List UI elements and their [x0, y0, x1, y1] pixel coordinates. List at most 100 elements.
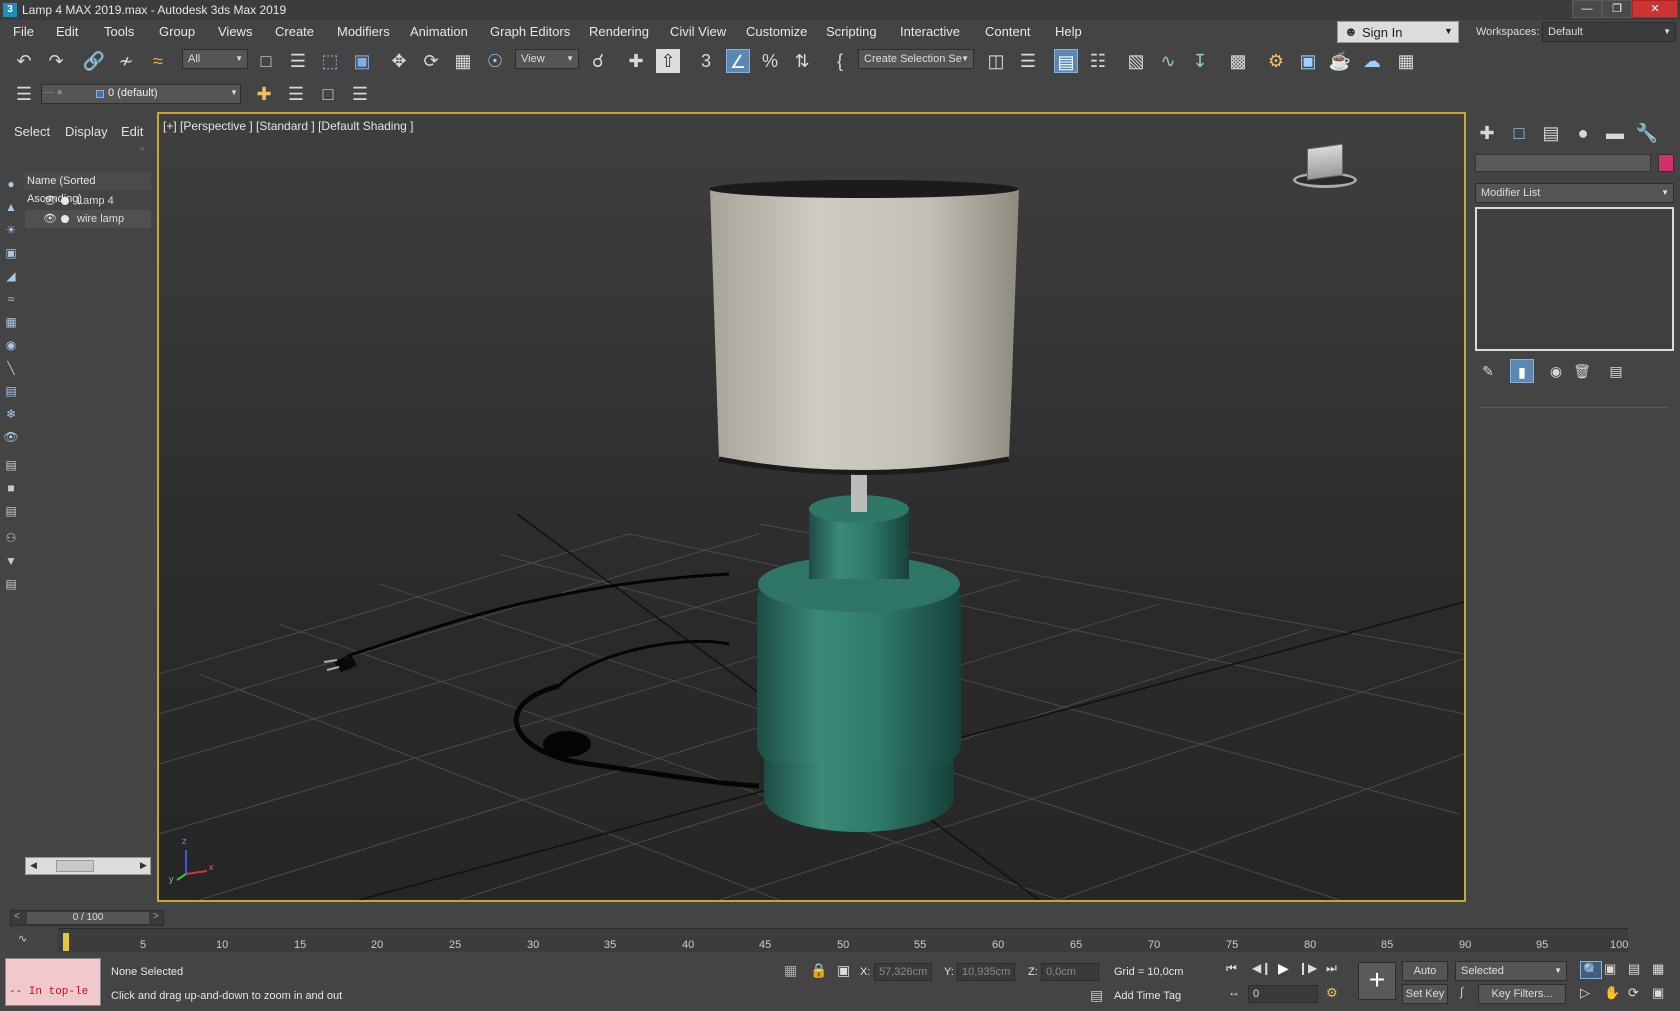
lock-selection-icon[interactable]: 🔒 — [810, 962, 827, 979]
mirror-icon[interactable]: ◫ — [984, 49, 1008, 73]
time-ruler[interactable]: 5 10 15 20 25 30 35 40 45 50 55 60 65 70… — [58, 928, 1628, 952]
motion-tab-icon[interactable]: ● — [1571, 121, 1595, 145]
create-tab-icon[interactable]: ✚ — [1475, 121, 1499, 145]
key-mode-toggle-icon[interactable]: ↔ — [1228, 985, 1240, 999]
remove-modifier-icon[interactable]: 🗑 — [1570, 359, 1594, 383]
add-time-tag[interactable]: Add Time Tag — [1114, 990, 1181, 1002]
filter-space-warps-icon[interactable]: ≈ — [3, 291, 19, 307]
field-of-view-icon[interactable]: ▷ — [1580, 985, 1590, 1001]
mini-curve-editor-icon[interactable]: ∿ — [18, 932, 27, 945]
time-slider[interactable]: < 0 / 100 > — [10, 910, 164, 926]
material-editor-icon[interactable]: ▩ — [1226, 49, 1250, 73]
close-button[interactable]: ✕ — [1632, 0, 1678, 18]
viewport-label[interactable]: [+] [Perspective ] [Standard ] [Default … — [163, 119, 413, 133]
selection-set-dropdown[interactable]: Create Selection Se ▼ — [858, 49, 974, 69]
utilities-tab-icon[interactable]: 🔧 — [1635, 121, 1659, 145]
x-coordinate-field[interactable]: 57,326cm — [874, 963, 932, 981]
auto-key-button[interactable]: Auto Key — [1402, 961, 1448, 995]
modifier-stack[interactable] — [1475, 207, 1674, 351]
time-tag-icon[interactable]: ▤ — [1090, 987, 1103, 1004]
select-objects-in-layer-icon[interactable]: □ — [316, 82, 340, 106]
current-frame-field[interactable]: 0 — [1248, 985, 1318, 1003]
zoom-extents-all-icon[interactable]: ▦ — [1652, 961, 1664, 977]
menu-help[interactable]: Help — [1055, 24, 1082, 39]
move-icon[interactable]: ✥ — [387, 49, 411, 73]
play-icon[interactable]: ▶ — [1278, 960, 1289, 977]
render-dot-icon[interactable] — [61, 215, 69, 223]
y-coordinate-field[interactable]: 10,935cm — [957, 963, 1015, 981]
menu-views[interactable]: Views — [218, 24, 252, 39]
menu-civil-view[interactable]: Civil View — [670, 24, 726, 39]
unlink-icon[interactable]: ≁ — [114, 49, 138, 73]
toolbox-icon[interactable]: ▤ — [3, 576, 19, 592]
menu-edit[interactable]: Edit — [56, 24, 78, 39]
menu-scripting[interactable]: Scripting — [826, 24, 877, 39]
menu-graph-editors[interactable]: Graph Editors — [490, 24, 570, 39]
minimize-button[interactable]: — — [1572, 0, 1602, 18]
viewcube[interactable] — [1285, 143, 1361, 190]
sign-in-button[interactable]: ☻ Sign In ▼ — [1337, 21, 1459, 43]
maximize-viewport-icon[interactable]: ▣ — [1652, 985, 1664, 1001]
create-layer-icon[interactable]: ✚ — [252, 82, 276, 106]
scale-icon[interactable]: ▦ — [451, 49, 475, 73]
set-current-layer-icon[interactable]: ☰ — [348, 82, 372, 106]
visibility-eye-icon[interactable]: 👁 — [43, 210, 57, 228]
link-icon[interactable]: 🔗 — [82, 49, 106, 73]
menu-interactive[interactable]: Interactive — [900, 24, 960, 39]
tab-edit[interactable]: Edit — [121, 124, 143, 139]
goto-end-icon[interactable]: ⏭ — [1326, 961, 1337, 976]
menu-create[interactable]: Create — [275, 24, 314, 39]
filter-xrefs-icon[interactable]: ◉ — [3, 337, 19, 353]
bind-space-warp-icon[interactable]: ≈ — [146, 49, 170, 73]
pivot-center-icon[interactable]: ☌ — [586, 49, 610, 73]
zoom-icon[interactable]: 🔍 — [1580, 961, 1603, 979]
display-tab-icon[interactable]: ▬ — [1603, 121, 1627, 145]
horizontal-scrollbar[interactable]: ◀ ▶ — [25, 857, 151, 875]
pan-view-icon[interactable]: ✋ — [1604, 985, 1620, 1001]
filter-helpers-icon[interactable]: ◢ — [3, 268, 19, 284]
make-unique-icon[interactable]: ◉ — [1544, 359, 1568, 383]
schematic-view-icon[interactable]: ↧ — [1188, 49, 1212, 73]
reference-coord-dropdown[interactable]: View ▼ — [515, 49, 579, 69]
filter-cameras-icon[interactable]: ▣ — [3, 245, 19, 261]
select-manipulate-icon[interactable]: ✚ — [624, 49, 648, 73]
placement-icon[interactable]: ☉ — [483, 49, 507, 73]
layer-explorer-icon[interactable]: ☷ — [1086, 49, 1110, 73]
menu-file[interactable]: File — [13, 24, 34, 39]
filter-icon[interactable]: ▼ — [3, 553, 19, 569]
column-header[interactable]: Name (Sorted Ascending) — [25, 172, 151, 205]
filter-bones-icon[interactable]: ╲ — [3, 360, 19, 376]
angle-snap-icon[interactable]: ∠ — [726, 49, 750, 73]
filter-containers-icon[interactable]: ▤ — [3, 383, 19, 399]
previous-frame-icon[interactable]: ◀❙ — [1252, 961, 1271, 975]
menu-modifiers[interactable]: Modifiers — [337, 24, 390, 39]
spinner-snap-icon[interactable]: ⇅ — [790, 49, 814, 73]
z-coordinate-field[interactable]: 0,0cm — [1041, 963, 1099, 981]
rendered-frame-window-icon[interactable]: ▣ — [1296, 49, 1320, 73]
scroll-left-icon[interactable]: ◀ — [30, 860, 37, 871]
scrollbar-thumb[interactable] — [56, 860, 94, 872]
scroll-right-icon[interactable]: ▶ — [140, 860, 147, 871]
list-item[interactable]: 👁 wire lamp — [25, 210, 151, 228]
align-icon[interactable]: ☰ — [1016, 49, 1040, 73]
panel-expand-icon[interactable]: » — [140, 144, 144, 153]
list-item[interactable]: 👁 Lamp 4 — [25, 192, 151, 210]
render-setup-icon[interactable]: ⚙ — [1264, 49, 1288, 73]
filter-geometry-icon[interactable]: ● — [3, 176, 19, 192]
restore-button[interactable]: ❐ — [1602, 0, 1632, 18]
keyboard-shortcut-override-icon[interactable]: ⇧ — [656, 49, 680, 73]
show-end-result-icon[interactable]: ▮ — [1510, 359, 1534, 383]
isolate-selection-icon[interactable]: ▦ — [784, 962, 797, 979]
find-icon[interactable]: ⚇ — [3, 530, 19, 546]
object-color-swatch[interactable] — [1658, 154, 1674, 172]
window-crossing-icon[interactable]: ▣ — [350, 49, 374, 73]
render-dot-icon[interactable] — [61, 197, 69, 205]
filter-frozen-icon[interactable]: ❄ — [3, 406, 19, 422]
layers-icon[interactable]: ☰ — [12, 82, 36, 106]
time-slider-left-icon[interactable]: < — [14, 911, 20, 922]
time-slider-right-icon[interactable]: > — [153, 911, 159, 922]
goto-start-icon[interactable]: ⏮ — [1226, 961, 1237, 976]
ribbon-toggle-icon[interactable]: ▧ — [1124, 49, 1148, 73]
key-set-dropdown[interactable]: Selected ▼ — [1455, 961, 1567, 981]
render-production-icon[interactable]: ☕ — [1328, 49, 1352, 73]
